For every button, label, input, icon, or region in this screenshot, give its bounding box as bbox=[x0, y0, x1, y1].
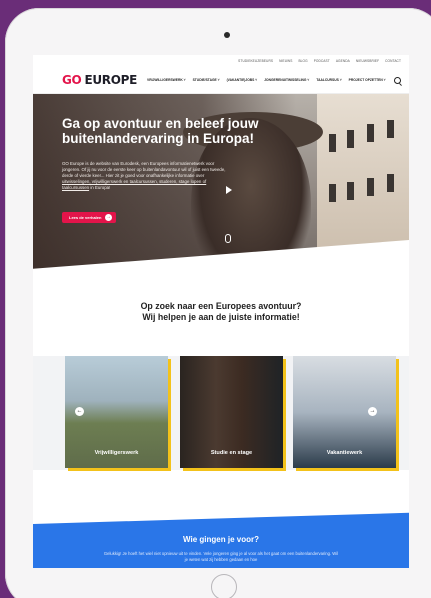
logo[interactable]: GO EUROPE bbox=[62, 73, 137, 87]
hero-body-end: in Europa! bbox=[89, 185, 111, 190]
logo-europe: EUROPE bbox=[84, 73, 138, 87]
website-screen: STUDIEKEUZEBEURS NIEUWS BLOG PODCAST AGE… bbox=[33, 55, 409, 568]
utility-link-nieuwsbrief[interactable]: NIEUWSBRIEF bbox=[356, 59, 379, 63]
menu-item-studie-stage[interactable]: STUDIE/STAGE ˅ bbox=[193, 78, 220, 82]
intro-heading: Op zoek naar een Europees avontuur? Wij … bbox=[33, 301, 409, 322]
logo-go: GO bbox=[62, 73, 82, 87]
menu-item-vakantiejobs[interactable]: (VAKANTIE)JOBS ˅ bbox=[227, 78, 258, 82]
card-studie-stage[interactable]: Studie en stage bbox=[180, 356, 283, 468]
utility-link-contact[interactable]: CONTACT bbox=[385, 59, 401, 63]
carousel-prev-icon[interactable]: ← bbox=[75, 407, 84, 416]
category-cards: Vrijwilligerswerk Studie en stage Vakant… bbox=[33, 356, 409, 470]
menu-item-vrijwilligerswerk[interactable]: VRIJWILLIGERSWERK ˅ bbox=[147, 78, 186, 82]
predecessors-section: Wie gingen je voor? Gelukkig! Je hoeft h… bbox=[33, 510, 409, 568]
camera-dot bbox=[224, 32, 230, 38]
ipad-frame: STUDIEKEUZEBEURS NIEUWS BLOG PODCAST AGE… bbox=[5, 8, 431, 598]
utility-link-podcast[interactable]: PODCAST bbox=[314, 59, 330, 63]
utility-link-studiekeuzebeurs[interactable]: STUDIEKEUZEBEURS bbox=[238, 59, 273, 63]
intro-line-1: Op zoek naar een Europees avontuur? bbox=[140, 301, 302, 311]
card-vakantiewerk[interactable]: Vakantiewerk bbox=[293, 356, 396, 468]
main-nav: GO EUROPE VRIJWILLIGERSWERK ˅ STUDIE/STA… bbox=[33, 67, 409, 94]
hero-body-link[interactable]: uitwisselingen, vrijwilligerswerk en taa… bbox=[62, 179, 206, 190]
card-label: Vrijwilligerswerk bbox=[94, 450, 139, 456]
carousel-next-icon[interactable]: → bbox=[368, 407, 377, 416]
section-wave bbox=[33, 510, 409, 524]
section-body: Gelukkig! Je hoeft het wiel niet opnieuw… bbox=[103, 551, 339, 562]
search-icon[interactable] bbox=[393, 76, 401, 84]
menu: VRIJWILLIGERSWERK ˅ STUDIE/STAGE ˅ (VAKA… bbox=[147, 78, 386, 82]
intro-line-2: Wij helpen je aan de juiste informatie! bbox=[142, 311, 300, 322]
card-label: Vakantiewerk bbox=[326, 450, 363, 456]
hero-body-text: GO Europe is de website van Eurodesk, ee… bbox=[62, 161, 226, 178]
arrow-right-icon: → bbox=[105, 214, 112, 221]
menu-item-taalcursus[interactable]: TAALCURSUS ˅ bbox=[316, 78, 341, 82]
home-button[interactable] bbox=[211, 574, 237, 598]
hero-title: Ga op avontuur en beleef jouw buitenland… bbox=[62, 116, 259, 146]
menu-item-jongerenuitwisseling[interactable]: JONGERENUITWISSELING ˅ bbox=[264, 78, 309, 82]
hero: Ga op avontuur en beleef jouw buitenland… bbox=[33, 94, 409, 287]
section-title: Wie gingen je voor? bbox=[183, 535, 259, 544]
read-stories-label: Lees de verhalen bbox=[69, 215, 102, 220]
scroll-mouse-icon[interactable] bbox=[225, 234, 231, 243]
utility-link-nieuws[interactable]: NIEUWS bbox=[279, 59, 292, 63]
card-label: Studie en stage bbox=[210, 450, 253, 456]
play-icon[interactable] bbox=[226, 186, 232, 194]
utility-link-agenda[interactable]: AGENDA bbox=[336, 59, 350, 63]
utility-link-blog[interactable]: BLOG bbox=[298, 59, 307, 63]
read-stories-button[interactable]: Lees de verhalen → bbox=[62, 212, 116, 223]
utility-bar: STUDIEKEUZEBEURS NIEUWS BLOG PODCAST AGE… bbox=[33, 55, 409, 67]
hero-body: GO Europe is de website van Eurodesk, ee… bbox=[62, 161, 232, 191]
menu-item-project-opzetten[interactable]: PROJECT OPZETTEN ˅ bbox=[349, 78, 386, 82]
